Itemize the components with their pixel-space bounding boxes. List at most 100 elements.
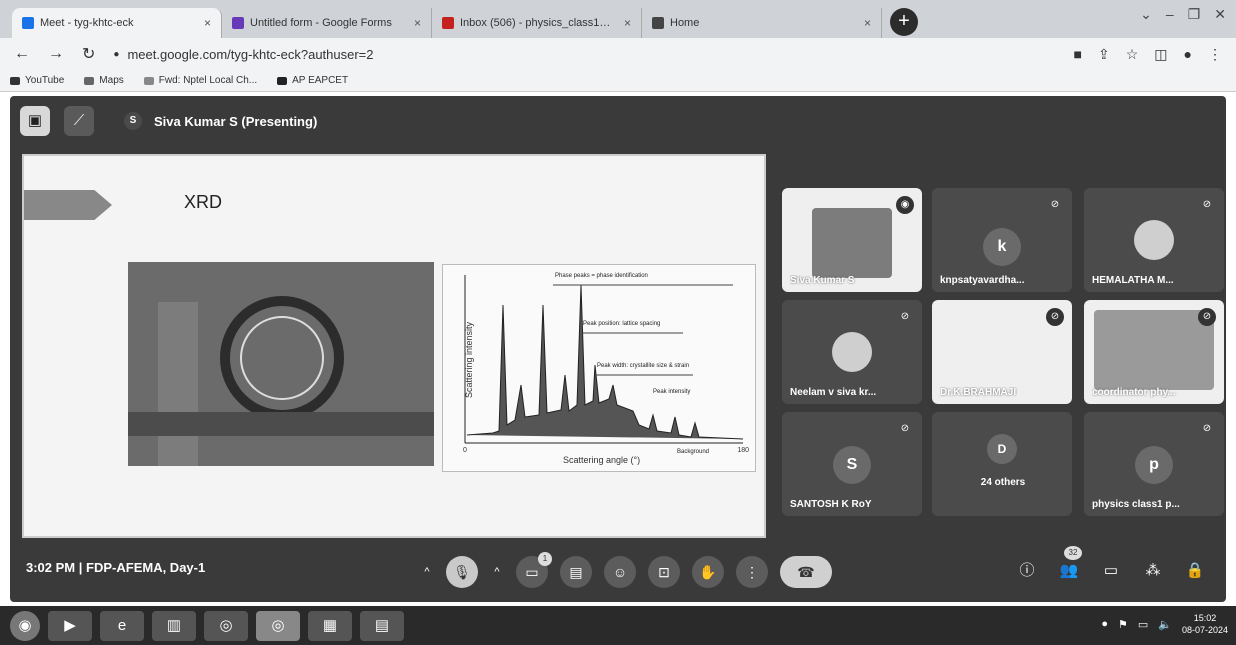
bookmark-maps[interactable]: Maps xyxy=(84,75,124,86)
side-panel-icon[interactable]: ◫ xyxy=(1154,46,1167,63)
tray-date: 08-07-2024 xyxy=(1181,625,1228,635)
participant-avatar: D xyxy=(987,434,1017,464)
mic-off-icon: ⊘ xyxy=(1202,423,1212,434)
tab-google-forms[interactable]: Untitled form - Google Forms × xyxy=(222,8,432,38)
forward-icon[interactable]: → xyxy=(48,45,64,63)
tab-meet[interactable]: Meet - tyg-khtc-eck × xyxy=(12,8,222,38)
participant-tile[interactable]: ◉ Siva Kumar S xyxy=(782,188,922,292)
volume-icon[interactable]: 🔈 xyxy=(1158,618,1172,631)
plot-y-label: Scattering intensity xyxy=(464,321,475,399)
participant-avatar: p xyxy=(1135,446,1173,484)
minimize-icon[interactable]: – xyxy=(1166,6,1174,23)
profile-icon[interactable]: ● xyxy=(1184,46,1192,63)
pin-off-icon[interactable]: ⟋ xyxy=(64,106,94,136)
more-options-icon[interactable]: ⋮ xyxy=(736,556,768,588)
plot-x-label: Scattering angle (°) xyxy=(563,455,641,465)
participant-tile[interactable]: D 24 others xyxy=(932,412,1072,516)
participant-avatar xyxy=(832,332,872,372)
tray-time: 15:02 xyxy=(1193,613,1217,623)
tab-close-icon[interactable]: × xyxy=(864,16,871,30)
plot-annotation: Peak intensity xyxy=(653,389,691,395)
bookmark-label: AP EAPCET xyxy=(292,75,349,86)
maximize-icon[interactable]: ❐ xyxy=(1188,6,1201,23)
video-options-icon[interactable]: ^ xyxy=(490,556,504,588)
participant-name: physics class1 p... xyxy=(1092,499,1180,510)
activities-icon[interactable]: ⁂ xyxy=(1142,560,1164,582)
lock-icon[interactable]: ● xyxy=(113,49,119,60)
share-icon[interactable]: ⇪ xyxy=(1098,46,1110,63)
host-controls-icon[interactable]: 🔒 xyxy=(1184,560,1206,582)
address-bar[interactable]: ● meet.google.com/tyg-khtc-eck?authuser=… xyxy=(113,42,1056,66)
url-text: meet.google.com/tyg-khtc-eck?authuser=2 xyxy=(127,46,374,62)
tab-close-icon[interactable]: × xyxy=(414,16,421,30)
meeting-separator: | xyxy=(78,560,83,575)
xrd-pattern-plot: Scattering intensity Scattering angle (°… xyxy=(442,264,756,472)
internet-explorer-icon[interactable]: e xyxy=(100,610,144,641)
mic-off-icon[interactable]: 🎙 xyxy=(446,556,478,588)
tab-search-icon[interactable]: ⌄ xyxy=(1140,6,1152,23)
people-icon[interactable]: 👥 32 xyxy=(1058,546,1082,582)
meet-favicon-icon xyxy=(22,17,34,29)
bookmark-youtube[interactable]: YouTube xyxy=(10,75,64,86)
participant-tile[interactable]: ⊘ Neelam v siva kr... xyxy=(782,300,922,404)
media-player-icon[interactable]: ▶ xyxy=(48,610,92,641)
present-badge: 1 xyxy=(538,552,552,566)
browser-tab-bar: Meet - tyg-khtc-eck × Untitled form - Go… xyxy=(0,0,1236,38)
bookmark-label: Maps xyxy=(99,75,124,86)
tab-close-icon[interactable]: × xyxy=(204,16,211,30)
camera-off-icon[interactable]: ▭ 1 xyxy=(516,552,552,588)
captions-icon[interactable]: ▤ xyxy=(560,556,592,588)
bookmark-star-icon[interactable]: ☆ xyxy=(1126,46,1139,63)
back-icon[interactable]: ← xyxy=(14,45,30,63)
new-tab-button[interactable]: + xyxy=(890,8,918,36)
tab-close-icon[interactable]: × xyxy=(624,16,631,30)
participant-name: Dr.K.BRAHMAJI xyxy=(940,387,1017,398)
close-window-icon[interactable]: ✕ xyxy=(1214,6,1226,23)
participant-video xyxy=(812,208,892,278)
plot-annotation: Background xyxy=(677,449,710,455)
display-icon[interactable]: ▭ xyxy=(1138,618,1148,631)
tab-gmail[interactable]: Inbox (506) - physics_class1@an × xyxy=(432,8,642,38)
present-mode-icon[interactable]: ▣ xyxy=(20,106,50,136)
participant-tile[interactable]: ⊘ coordinator phy... xyxy=(1084,300,1224,404)
menu-icon[interactable]: ⋮ xyxy=(1208,46,1222,63)
participant-name: SANTOSH K RoY xyxy=(790,499,872,510)
participant-tile[interactable]: ⊘ k knpsatyavardha... xyxy=(932,188,1072,292)
chat-icon[interactable]: ▭ xyxy=(1100,560,1122,582)
camera-indicator-icon[interactable]: ■ xyxy=(1074,46,1082,63)
audio-options-icon[interactable]: ^ xyxy=(420,556,434,588)
tab-home[interactable]: Home × xyxy=(642,8,882,38)
meeting-details-icon[interactable]: ⓘ xyxy=(1016,560,1038,582)
bookmark-label: Fwd: Nptel Local Ch... xyxy=(158,75,258,86)
flag-icon[interactable]: ⚑ xyxy=(1118,618,1128,631)
presenter-avatar: S xyxy=(124,112,142,130)
file-explorer-icon[interactable]: ▥ xyxy=(152,610,196,641)
participant-video xyxy=(1094,310,1214,390)
reload-icon[interactable]: ↻ xyxy=(82,44,95,64)
end-call-icon[interactable]: ☎ xyxy=(780,556,832,588)
participant-tile[interactable]: ⊘ S SANTOSH K RoY xyxy=(782,412,922,516)
bookmark-eapcet[interactable]: AP EAPCET xyxy=(277,75,348,86)
mic-off-icon: ⊘ xyxy=(900,423,910,434)
bookmark-nptel[interactable]: Fwd: Nptel Local Ch... xyxy=(143,75,258,86)
participant-name: 24 others xyxy=(980,477,1026,488)
app-icon[interactable]: ▦ xyxy=(308,610,352,641)
notes-icon[interactable]: ▤ xyxy=(360,610,404,641)
participant-tile[interactable]: ⊘ p physics class1 p... xyxy=(1084,412,1224,516)
meet-header: ▣ ⟋ S Siva Kumar S (Presenting) xyxy=(20,106,317,136)
participant-tile[interactable]: ⊘ HEMALATHA M... xyxy=(1084,188,1224,292)
mic-off-icon: ⊘ xyxy=(1050,199,1060,210)
tray-clock[interactable]: 15:02 08-07-2024 xyxy=(1182,612,1228,636)
start-menu-icon[interactable]: ◉ xyxy=(10,610,40,641)
chrome-active-icon[interactable]: ◎ xyxy=(256,610,300,641)
raise-hand-icon[interactable]: ✋ xyxy=(692,556,724,588)
network-icon[interactable]: ● xyxy=(1101,618,1108,630)
emoji-icon[interactable]: ☺ xyxy=(604,556,636,588)
meeting-name: FDP-AFEMA, Day-1 xyxy=(86,560,206,575)
plot-x-end: 180 xyxy=(737,447,749,454)
goniometer-inner-ring xyxy=(240,316,324,400)
chrome-icon[interactable]: ◎ xyxy=(204,610,248,641)
bookmark-label: YouTube xyxy=(25,75,65,86)
present-screen-icon[interactable]: ⊡ xyxy=(648,556,680,588)
participant-tile[interactable]: ⊘ Dr.K.BRAHMAJI xyxy=(932,300,1072,404)
